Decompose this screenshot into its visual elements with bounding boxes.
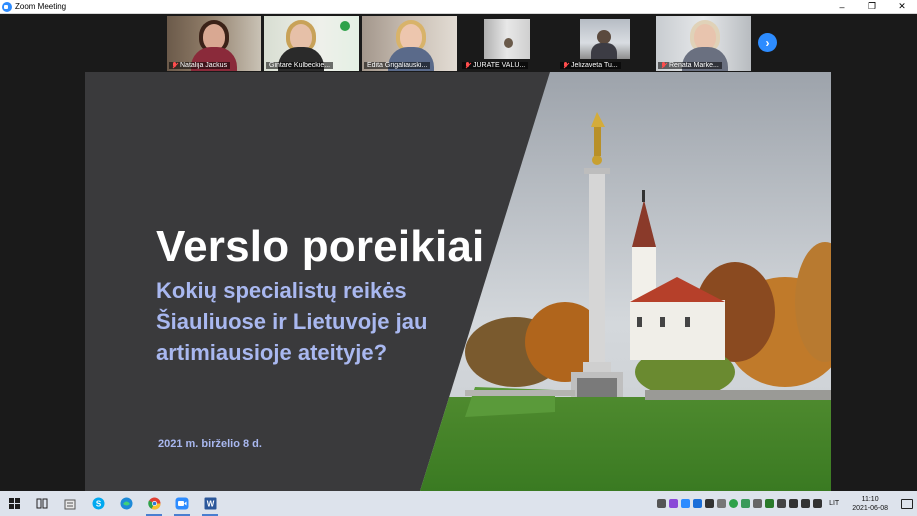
minimize-button[interactable]: –: [827, 0, 857, 14]
mic-muted-icon: [172, 62, 178, 69]
mic-muted-icon: [563, 62, 569, 69]
windows-logo-icon: [8, 498, 20, 509]
zoom-icon: [175, 497, 189, 510]
taskbar-app-notepad[interactable]: [56, 491, 84, 516]
taskbar-app-zoom[interactable]: [168, 491, 196, 516]
task-view-icon: [36, 498, 48, 509]
mic-muted-icon: [465, 62, 471, 69]
participant-body: [591, 43, 617, 59]
start-button[interactable]: [0, 491, 28, 516]
meeting-area: Natalija Jackus Gintarė Kulbeckie... Edi…: [0, 14, 917, 491]
edge-icon: [120, 497, 132, 510]
slide-date: 2021 m. birželio 8 d.: [158, 438, 262, 450]
participant-video-3[interactable]: Edita Grigaliauski...: [362, 16, 457, 71]
slide-subtitle: Kokių specialistų reikės Šiauliuose ir L…: [156, 278, 428, 365]
volume-icon[interactable]: [789, 499, 799, 508]
close-button[interactable]: ✕: [887, 0, 917, 14]
windows-taskbar: S W LIT 11:10 2021-06-08: [0, 491, 917, 516]
participant-name-6: Renata Marke...: [658, 62, 722, 69]
cloud-icon[interactable]: [693, 499, 703, 508]
usb-icon[interactable]: [777, 499, 787, 508]
clock-date: 2021-06-08: [852, 504, 888, 512]
mic-muted-icon: [661, 62, 667, 69]
taskbar-app-skype[interactable]: S: [84, 491, 112, 516]
window-title: Zoom Meeting: [15, 2, 67, 11]
taskbar-app-chrome[interactable]: [140, 491, 168, 516]
language-indicator[interactable]: LIT: [829, 500, 839, 507]
window-titlebar: Zoom Meeting – ❐ ✕: [0, 0, 917, 14]
word-icon: W: [204, 497, 216, 510]
system-tray: LIT 11:10 2021-06-08: [657, 491, 917, 516]
taskbar-clock[interactable]: 11:10 2021-06-08: [852, 495, 888, 513]
shared-screen-slide: Verslo poreikiai Kokių specialistų reikė…: [85, 72, 831, 491]
participant-video-5[interactable]: Jelizaveta Tu...: [558, 16, 653, 71]
taskbar-app-edge[interactable]: [112, 491, 140, 516]
security-icon[interactable]: [729, 499, 739, 508]
battery-icon[interactable]: [813, 499, 823, 508]
teams-icon[interactable]: [669, 499, 679, 508]
skype-icon: S: [92, 497, 104, 510]
nvidia-icon[interactable]: [765, 499, 775, 508]
pen-icon[interactable]: [705, 499, 715, 508]
participant-video-2[interactable]: Gintarė Kulbeckie...: [264, 16, 359, 71]
slide-title: Verslo poreikiai: [156, 222, 485, 271]
shield-icon[interactable]: [741, 499, 751, 508]
participant-name-2: Gintarė Kulbeckie...: [266, 62, 334, 69]
restore-button[interactable]: ❐: [857, 0, 887, 14]
participant-name-3: Edita Grigaliauski...: [364, 62, 431, 69]
display-icon[interactable]: [753, 499, 763, 508]
network-icon[interactable]: [801, 499, 811, 508]
keyboard-icon[interactable]: [717, 499, 727, 508]
notification-icon[interactable]: [901, 498, 913, 509]
participant-name-4: JŪRATĖ VALU...: [462, 62, 529, 69]
taskbar-app-word[interactable]: W: [196, 491, 224, 516]
participant-silhouette: [597, 30, 611, 44]
window-controls: – ❐ ✕: [827, 0, 917, 14]
clock-time: 11:10: [861, 495, 879, 503]
participant-video-4[interactable]: JŪRATĖ VALU...: [460, 16, 555, 71]
task-view-button[interactable]: [28, 491, 56, 516]
zoom-app-icon: [2, 1, 12, 12]
svg-text:S: S: [95, 500, 101, 509]
participant-video-6[interactable]: Renata Marke...: [656, 16, 751, 71]
participant-name-5: Jelizaveta Tu...: [560, 62, 621, 69]
participant-silhouette: [504, 38, 513, 48]
zoom-tray-icon[interactable]: [681, 499, 691, 508]
device-icon[interactable]: [657, 499, 667, 508]
svg-text:W: W: [206, 500, 214, 509]
chrome-icon: [147, 497, 160, 510]
participant-video-1[interactable]: Natalija Jackus: [167, 16, 261, 71]
participant-name-1: Natalija Jackus: [169, 62, 231, 69]
notepad-icon: [64, 499, 76, 509]
next-participants-button[interactable]: ›: [758, 33, 777, 52]
logo-icon: [340, 21, 350, 31]
